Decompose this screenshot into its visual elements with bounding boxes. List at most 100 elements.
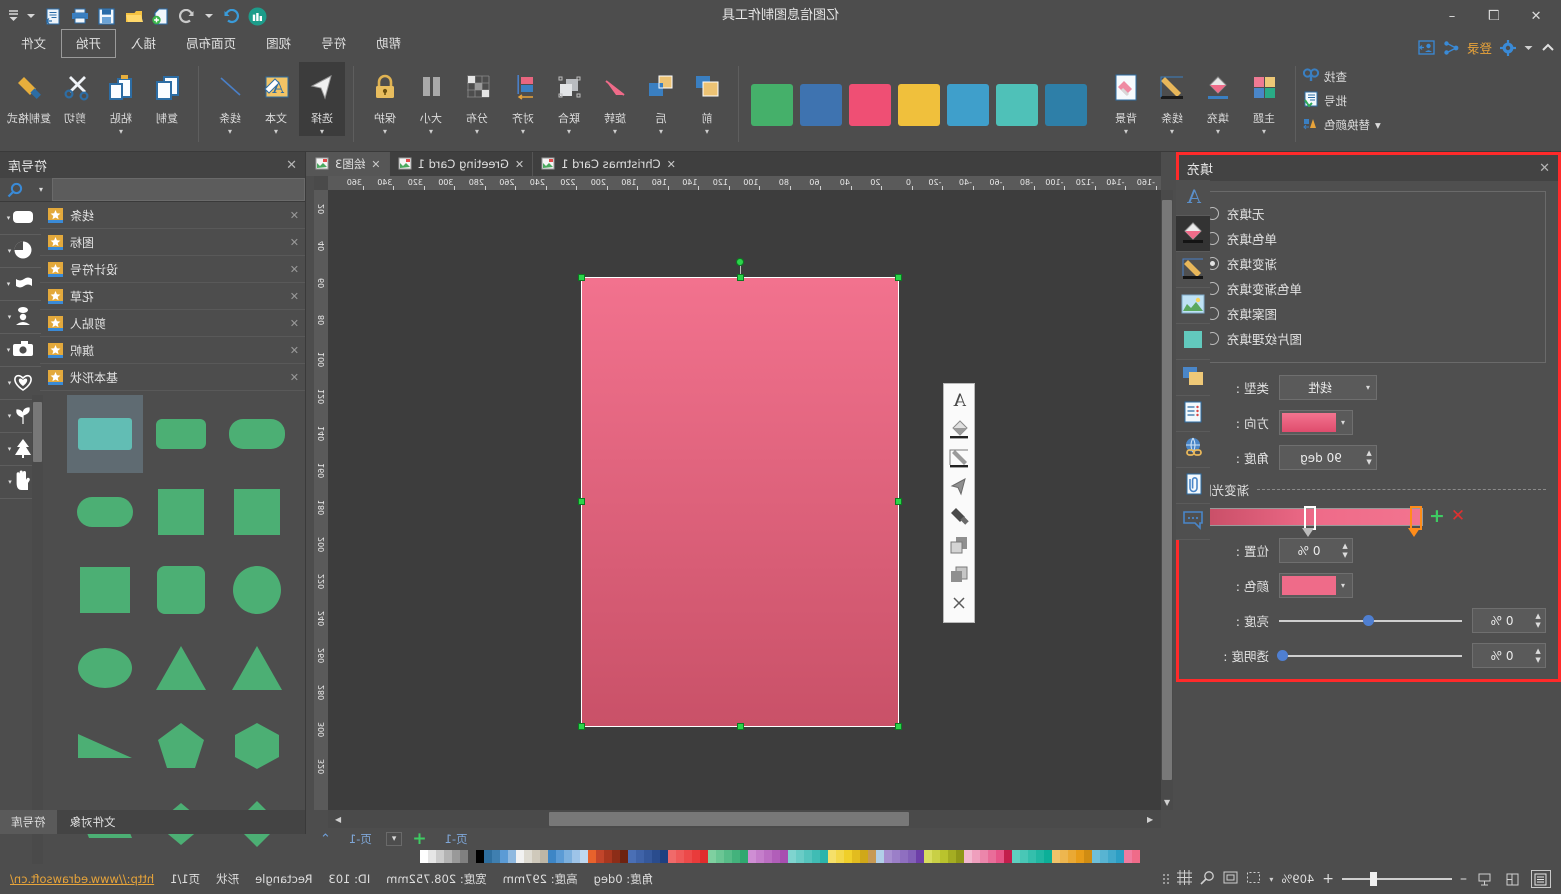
palette-color-swatch[interactable] [964, 849, 973, 863]
palette-color-swatch[interactable] [572, 849, 581, 863]
undo-dropdown-icon[interactable] [205, 6, 214, 26]
star-icon[interactable] [48, 207, 63, 223]
scroll-right-button[interactable]: ▶ [330, 811, 346, 827]
palette-color-swatch[interactable] [556, 849, 565, 863]
category-shapes-button[interactable]: ▾ [0, 202, 41, 235]
palette-color-swatch[interactable] [1068, 849, 1077, 863]
palette-color-swatch[interactable] [1084, 849, 1093, 863]
symbol-ellipse[interactable] [67, 629, 143, 707]
resize-handle-e[interactable] [578, 498, 585, 505]
resize-handle-w[interactable] [895, 498, 902, 505]
chevron-down-icon[interactable]: ▾ [119, 127, 123, 136]
search-icon[interactable] [0, 178, 30, 201]
search-input[interactable] [52, 178, 305, 201]
palette-color-swatch[interactable] [716, 849, 725, 863]
print-icon[interactable] [70, 6, 90, 26]
close-icon[interactable]: ✕ [667, 158, 676, 171]
copy-button[interactable]: 复制 [144, 62, 190, 126]
palette-color-swatch[interactable] [484, 849, 493, 863]
theme-swatch[interactable] [751, 83, 793, 126]
zoom-out-button[interactable]: – [1460, 871, 1467, 887]
fill-type-none[interactable]: 无填充 [1206, 201, 1531, 226]
paste-button[interactable]: 粘贴 ▾ [98, 62, 144, 136]
palette-color-swatch[interactable] [948, 849, 957, 863]
replace-color-button[interactable]: 替换颜色 ▾ [1298, 114, 1386, 136]
palette-color-swatch[interactable] [908, 849, 917, 863]
palette-color-swatch[interactable] [468, 849, 477, 863]
palette-color-swatch[interactable] [532, 849, 541, 863]
drawing-canvas[interactable] [328, 190, 1161, 810]
float-paste-button[interactable] [945, 561, 973, 590]
float-close-button[interactable] [945, 590, 973, 619]
category-flags-button[interactable]: ▾ [0, 268, 41, 301]
menu-item-home[interactable]: 开始 [61, 29, 117, 58]
palette-color-swatch[interactable] [980, 849, 989, 863]
palette-color-swatch[interactable] [748, 849, 757, 863]
palette-color-swatch[interactable] [972, 849, 981, 863]
canvas-vertical-scroll-thumb[interactable] [1162, 200, 1172, 780]
palette-color-swatch[interactable] [956, 849, 965, 863]
float-format-painter-button[interactable] [945, 503, 973, 532]
float-copy-button[interactable] [945, 532, 973, 561]
scroll-left-button[interactable]: ◀ [1142, 811, 1158, 827]
dropdown-icon[interactable] [27, 6, 36, 26]
fill-type-gradient[interactable]: 渐变填充 [1206, 251, 1531, 276]
chevron-down-icon[interactable]: ▾ [1336, 581, 1350, 590]
menu-item-file[interactable]: 文件 [6, 29, 61, 58]
palette-color-swatch[interactable] [724, 849, 733, 863]
palette-color-swatch[interactable] [460, 849, 469, 863]
palette-color-swatch[interactable] [884, 849, 893, 863]
close-icon[interactable]: ✕ [290, 371, 299, 384]
chevron-down-icon[interactable]: ▾ [613, 127, 617, 136]
palette-color-swatch[interactable] [700, 849, 709, 863]
close-icon[interactable]: ✕ [515, 158, 524, 171]
palette-color-swatch[interactable] [580, 849, 589, 863]
symbol-triangle-2[interactable] [143, 629, 219, 707]
stepper-arrows[interactable]: ▲ ▼ [1531, 647, 1545, 664]
chevron-down-icon[interactable]: ▾ [1216, 127, 1220, 136]
presentation-view-button[interactable] [1475, 870, 1495, 888]
chevron-down-icon[interactable]: ▾ [383, 127, 387, 136]
canvas-horizontal-scroll-thumb[interactable] [549, 812, 909, 826]
star-icon[interactable] [48, 288, 63, 304]
close-icon[interactable]: ✕ [290, 290, 299, 303]
close-icon[interactable]: ✕ [290, 209, 299, 222]
menu-item-view[interactable]: 视图 [251, 29, 306, 58]
float-pointer-button[interactable] [945, 474, 973, 503]
maximize-window-button[interactable]: ❐ [1473, 1, 1515, 31]
close-icon[interactable]: ✕ [286, 158, 297, 173]
palette-color-swatch[interactable] [860, 849, 869, 863]
current-page-tab[interactable]: 页-1 [437, 830, 476, 848]
palette-color-swatch[interactable] [692, 849, 701, 863]
palette-color-swatch[interactable] [508, 849, 517, 863]
sidebar-item-fill[interactable] [1176, 216, 1210, 252]
resize-handle-nw[interactable] [895, 274, 902, 281]
find-button[interactable]: 查找 [1298, 66, 1386, 87]
palette-color-swatch[interactable] [852, 849, 861, 863]
document-tab-drawing3[interactable]: 绘图3 ✕ [306, 152, 389, 176]
new-icon[interactable] [151, 6, 171, 26]
chevron-down-icon[interactable]: ▾ [1336, 418, 1350, 427]
palette-color-swatch[interactable] [1076, 849, 1085, 863]
palette-color-swatch[interactable] [436, 849, 445, 863]
float-text-button[interactable]: A [945, 387, 973, 416]
format-painter-button[interactable]: 复制格式 [6, 62, 52, 126]
chevron-down-icon[interactable]: ▾ [7, 346, 11, 354]
palette-color-swatch[interactable] [492, 849, 501, 863]
palette-color-swatch[interactable] [892, 849, 901, 863]
edraw-logo-icon[interactable] [248, 6, 268, 26]
palette-color-swatch[interactable] [1124, 849, 1133, 863]
slider-knob[interactable] [1370, 872, 1378, 886]
palette-color-swatch[interactable] [1052, 849, 1061, 863]
symbol-right-triangle[interactable] [67, 707, 143, 785]
menu-item-help[interactable]: 帮助 [361, 29, 416, 58]
gradient-angle-stepper[interactable]: 90 deg ▲ ▼ [1279, 445, 1377, 470]
palette-color-swatch[interactable] [620, 849, 629, 863]
search-scope-dropdown[interactable]: ▾ [30, 178, 52, 201]
fill-button[interactable]: 填充 ▾ [1195, 62, 1241, 136]
symbol-rounded-square[interactable] [143, 551, 219, 629]
library-item-clipart-people[interactable]: 剪贴人 ✕ [40, 310, 305, 337]
star-icon[interactable] [48, 315, 63, 331]
gradient-type-select[interactable]: 线性 ▾ [1279, 375, 1377, 400]
split-view-button[interactable] [1503, 870, 1523, 888]
